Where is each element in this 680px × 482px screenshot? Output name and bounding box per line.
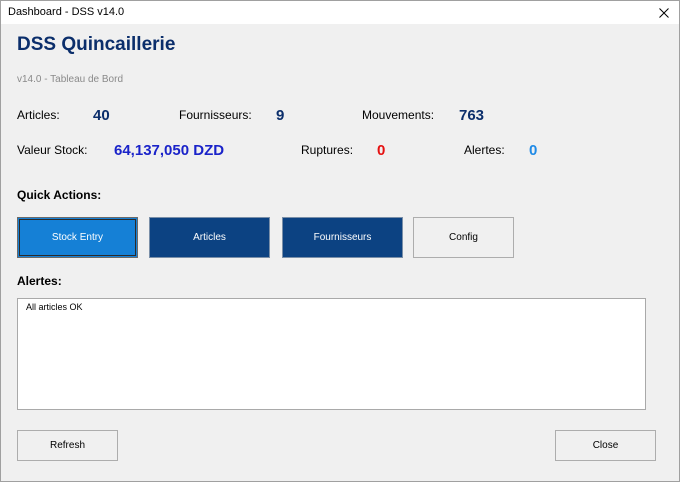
fournisseurs-label: Fournisseurs: — [179, 108, 252, 122]
quick-actions-heading: Quick Actions: — [17, 188, 102, 202]
alerts-textbox[interactable]: All articles OK — [17, 298, 646, 410]
mouvements-value: 763 — [459, 107, 485, 124]
alertes-heading: Alertes: — [17, 274, 62, 288]
stock-entry-button[interactable]: Stock Entry — [17, 217, 138, 258]
mouvements-label: Mouvements: — [362, 108, 435, 122]
window-title: Dashboard - DSS v14.0 — [8, 6, 125, 18]
app-title: DSS Quincaillerie — [17, 34, 176, 55]
fournisseurs-value: 9 — [276, 107, 285, 124]
close-button[interactable]: Close — [555, 430, 656, 461]
ruptures-value: 0 — [377, 142, 386, 159]
valeur-stock-value: 64,137,050 DZD — [114, 142, 225, 159]
articles-value: 40 — [93, 107, 110, 124]
config-button[interactable]: Config — [413, 217, 514, 258]
subtitle: v14.0 - Tableau de Bord — [17, 74, 124, 85]
alertes-value: 0 — [529, 142, 538, 159]
fournisseurs-button[interactable]: Fournisseurs — [282, 217, 403, 258]
refresh-button[interactable]: Refresh — [17, 430, 118, 461]
title-bar: Dashboard - DSS v14.0 — [1, 1, 679, 24]
alertes-label: Alertes: — [464, 143, 505, 157]
ruptures-label: Ruptures: — [301, 143, 354, 157]
alerts-content: All articles OK — [26, 302, 83, 312]
window-close-button[interactable] — [649, 1, 679, 24]
articles-button[interactable]: Articles — [149, 217, 270, 258]
valeur-stock-label: Valeur Stock: — [17, 143, 88, 157]
articles-label: Articles: — [17, 108, 60, 122]
close-icon — [659, 7, 669, 18]
dashboard-window: Dashboard - DSS v14.0 DSS Quincaillerie … — [0, 0, 680, 482]
